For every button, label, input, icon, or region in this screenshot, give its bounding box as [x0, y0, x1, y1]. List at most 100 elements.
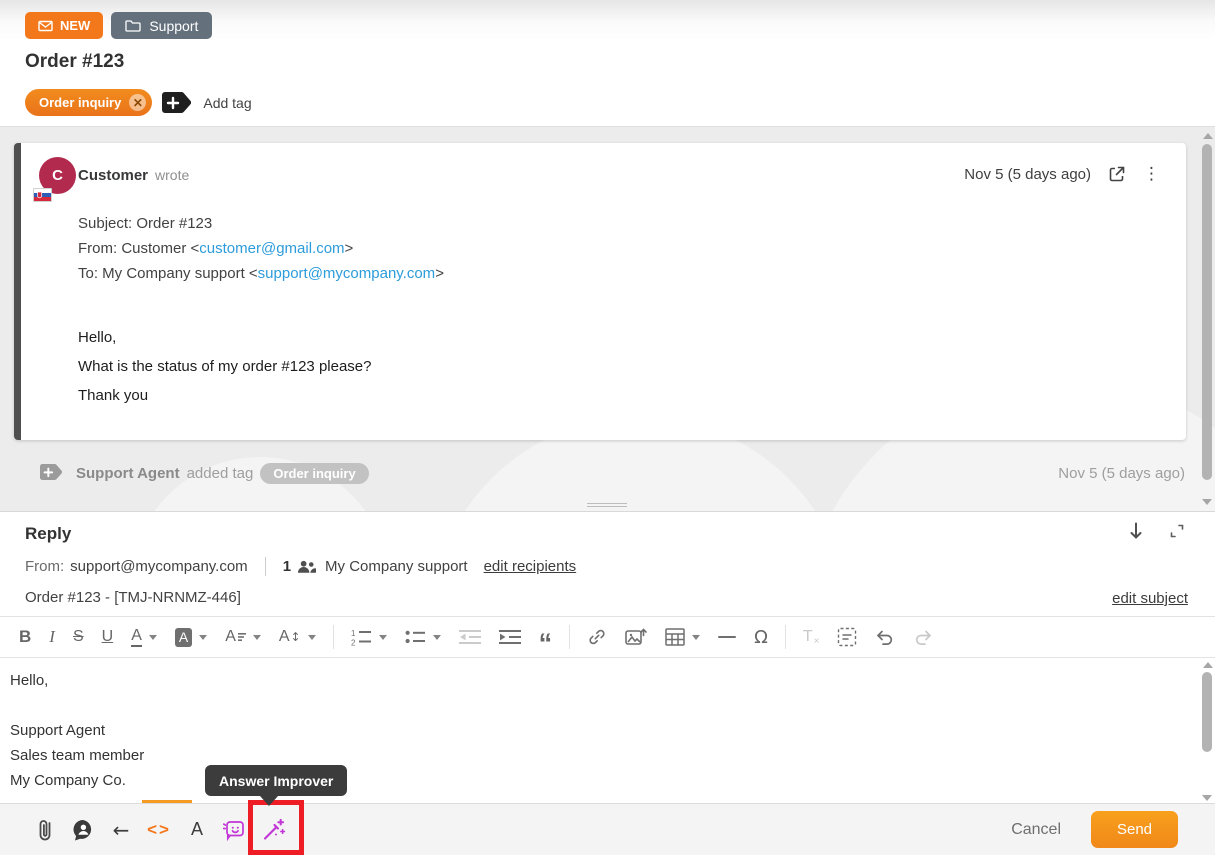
chevron-down-icon: [379, 635, 387, 644]
scroll-down-arrow[interactable]: [1202, 499, 1212, 505]
tag-plus-icon: [162, 92, 191, 113]
redo-button[interactable]: [904, 622, 942, 652]
scroll-down-arrow[interactable]: [1202, 795, 1212, 801]
font-family-icon: A: [225, 628, 236, 646]
back-arrow-icon: ←: [113, 818, 130, 842]
folder-icon: [125, 19, 141, 32]
collapse-reply-button[interactable]: [1129, 522, 1143, 540]
chevron-down-icon: [692, 635, 700, 644]
text-format-button[interactable]: A: [178, 810, 216, 850]
ordered-list-button[interactable]: 1 2: [342, 622, 396, 652]
insert-link-button[interactable]: [578, 622, 616, 652]
text-tool-icon: A: [191, 819, 203, 840]
attach-file-button[interactable]: [26, 810, 64, 850]
undo-icon: [875, 629, 895, 645]
indent-icon: [499, 629, 521, 645]
undo-button[interactable]: [866, 622, 904, 652]
underline-button[interactable]: U: [93, 622, 123, 652]
status-new-label: NEW: [60, 18, 90, 33]
font-family-button[interactable]: A: [216, 622, 270, 652]
indent-button[interactable]: [490, 622, 530, 652]
reply-title: Reply: [25, 524, 71, 544]
editor-scrollbar[interactable]: [1200, 659, 1215, 804]
tag-label: Order inquiry: [39, 95, 121, 110]
italic-button[interactable]: I: [40, 622, 64, 652]
composer-tools: ← <> A: [0, 810, 292, 850]
canned-messages-button[interactable]: [64, 810, 102, 850]
link-icon: [587, 627, 607, 647]
open-in-new-window-button[interactable]: [1108, 165, 1126, 183]
from-email-link[interactable]: customer@gmail.com: [199, 240, 344, 257]
quote-original-button[interactable]: ←: [102, 810, 140, 850]
email-headers: Subject: Order #123 From: Customer <cust…: [78, 211, 444, 286]
message-menu-button[interactable]: ⋮: [1143, 166, 1160, 183]
blockquote-button[interactable]: “: [530, 622, 562, 652]
send-button[interactable]: Send: [1091, 811, 1178, 848]
toolbar-separator: [333, 625, 334, 649]
font-color-button[interactable]: A: [122, 622, 166, 652]
tag-order-inquiry[interactable]: Order inquiry ✕: [25, 89, 152, 116]
answer-improver-button[interactable]: [254, 810, 292, 850]
insert-table-button[interactable]: [656, 622, 709, 652]
author-action: wrote: [155, 167, 189, 183]
select-all-icon: [837, 627, 857, 647]
image-upload-icon: [625, 627, 647, 647]
thread-scrollbar[interactable]: [1200, 131, 1215, 507]
sticker-button[interactable]: [216, 810, 254, 850]
status-new-button[interactable]: NEW: [25, 12, 103, 39]
font-size-button[interactable]: A ↕: [270, 622, 325, 652]
email-body: Hello, What is the status of my order #1…: [78, 323, 372, 410]
html-code-button[interactable]: <>: [140, 810, 178, 850]
outdent-button[interactable]: [450, 622, 490, 652]
ticket-header: NEW Support Order #123 Order inquiry ✕: [0, 0, 1215, 127]
add-tag-button[interactable]: [162, 92, 191, 113]
expand-icon: [1169, 523, 1185, 539]
svg-text:1: 1: [351, 629, 356, 638]
insert-image-button[interactable]: [616, 622, 656, 652]
event-tag-pill: Order inquiry: [260, 463, 368, 484]
toolbar-separator: [785, 625, 786, 649]
department-label: Support: [149, 18, 198, 34]
scroll-up-arrow[interactable]: [1203, 133, 1213, 139]
edit-subject-link[interactable]: edit subject: [1112, 590, 1188, 607]
blockquote-icon: “: [539, 626, 553, 649]
email-body-line: Hello,: [78, 323, 372, 352]
editor-line: [10, 693, 1199, 718]
highlight-color-button[interactable]: A: [166, 622, 216, 652]
horizontal-rule-button[interactable]: [709, 622, 745, 652]
email-message-card: C Customer wrote Nov 5 (5 days ago): [14, 143, 1186, 440]
editor-line: My Company Co.: [10, 768, 1199, 793]
from-suffix: >: [345, 240, 354, 257]
reply-panel: Reply From: support@mycompany.com 1: [0, 511, 1215, 855]
editor-line: Support Agent: [10, 718, 1199, 743]
email-body-line: What is the status of my order #123 plea…: [78, 352, 372, 381]
clear-formatting-button[interactable]: T×: [794, 622, 828, 652]
message-author-row: Customer wrote: [78, 167, 189, 184]
select-all-button[interactable]: [828, 622, 866, 652]
thread-resize-handle[interactable]: [587, 503, 627, 509]
strikethrough-button[interactable]: S: [64, 622, 93, 652]
divider: [265, 557, 266, 576]
font-size-icon: A: [279, 628, 290, 646]
bold-button[interactable]: B: [10, 622, 40, 652]
recipients-icon: [297, 560, 316, 574]
remove-tag-icon[interactable]: ✕: [129, 94, 146, 111]
department-button[interactable]: Support: [111, 12, 212, 39]
bullet-list-button[interactable]: [396, 622, 450, 652]
reply-subject: Order #123 - [TMJ-NRNMZ-446]: [25, 589, 241, 606]
message-timestamp: Nov 5 (5 days ago): [964, 166, 1091, 183]
to-email-link[interactable]: support@mycompany.com: [258, 265, 436, 282]
edit-recipients-link[interactable]: edit recipients: [484, 558, 577, 575]
expand-reply-button[interactable]: [1169, 523, 1185, 539]
cancel-button[interactable]: Cancel: [1011, 821, 1061, 839]
editor-line: Sales team member: [10, 743, 1199, 768]
reply-editor[interactable]: Hello, Support Agent Sales team member M…: [0, 659, 1199, 805]
special-character-button[interactable]: Ω: [745, 622, 777, 652]
scrollbar-thumb[interactable]: [1202, 672, 1212, 752]
scroll-up-arrow[interactable]: [1203, 662, 1213, 668]
horizontal-rule-icon: [718, 636, 736, 638]
code-icon: <>: [147, 820, 171, 840]
editor-line: Hello,: [10, 668, 1199, 693]
ticket-status-row: NEW Support: [25, 12, 212, 39]
scrollbar-thumb[interactable]: [1202, 144, 1212, 480]
